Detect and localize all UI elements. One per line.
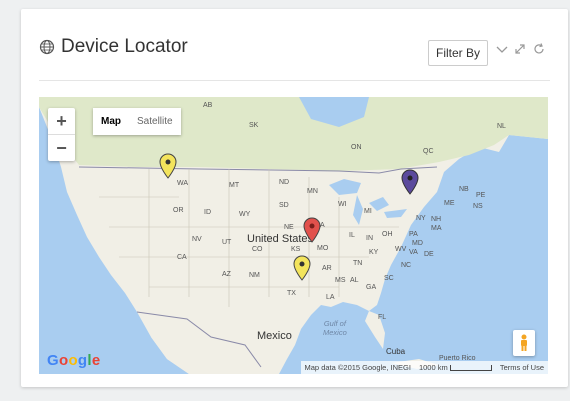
label-md: MD (412, 240, 423, 247)
label-oh: OH (382, 231, 393, 238)
map-type-map-button[interactable]: Map (93, 116, 129, 127)
label-pa: PA (409, 231, 418, 238)
marker-quebec[interactable] (401, 169, 419, 195)
zoom-out-button[interactable]: − (48, 135, 75, 161)
header-divider (39, 80, 550, 81)
label-tx: TX (287, 290, 296, 297)
refresh-icon[interactable] (532, 42, 546, 56)
label-nm: NM (249, 272, 260, 279)
label-nc: NC (401, 262, 412, 269)
label-la: LA (326, 294, 335, 301)
map-scale: 1000 km (419, 363, 492, 372)
label-ne: NE (284, 224, 294, 231)
label-mexico: Mexico (257, 330, 292, 342)
marker-kansas[interactable] (303, 217, 321, 243)
label-nd: ND (279, 179, 290, 186)
label-cuba: Cuba (386, 347, 406, 356)
google-logo[interactable]: Google (47, 352, 101, 369)
label-il: IL (349, 232, 355, 239)
label-fl: FL (378, 314, 387, 321)
label-nl: NL (497, 123, 506, 130)
label-tn: TN (353, 260, 363, 267)
filter-by-button[interactable]: Filter By (428, 40, 488, 66)
marker-oklahoma[interactable] (293, 255, 311, 281)
label-sc: SC (384, 275, 394, 282)
label-de: DE (424, 251, 434, 258)
label-wy: WY (239, 211, 251, 218)
map-type-satellite-button[interactable]: Satellite (129, 116, 181, 127)
widget-title-text: Device Locator (61, 36, 188, 57)
label-ky: KY (369, 249, 379, 256)
label-or: OR (173, 207, 184, 214)
globe-icon (39, 39, 55, 55)
label-mi: MI (364, 208, 372, 215)
label-id: ID (204, 209, 211, 216)
label-wa: WA (177, 180, 189, 187)
label-nv: NV (192, 236, 202, 243)
terms-of-use-link[interactable]: Terms of Use (500, 363, 544, 372)
label-on: ON (351, 144, 362, 151)
label-wi: WI (338, 201, 347, 208)
pegman-icon (521, 334, 527, 351)
label-ca: CA (177, 254, 187, 261)
label-sk: SK (249, 122, 259, 129)
label-pe: PE (476, 192, 486, 199)
label-ar: AR (322, 265, 332, 272)
street-view-pegman[interactable] (513, 330, 535, 356)
label-al: AL (350, 277, 359, 284)
widget-title: Device Locator (39, 36, 188, 58)
label-ga: GA (366, 284, 377, 291)
label-mo: MO (317, 245, 329, 252)
label-gulf-of-mexico: Gulf of Mexico (323, 319, 347, 337)
label-ms: MS (335, 277, 346, 284)
label-wv: WV (395, 246, 407, 253)
label-ny: NY (416, 215, 426, 222)
map-attribution-bar: Map data ©2015 Google, INEGI 1000 km Ter… (300, 361, 548, 374)
zoom-control: + − (48, 108, 75, 161)
device-locator-widget: Device Locator Filter By AB SK NL ON QC … (21, 9, 568, 387)
map-type-control: Map Satellite (93, 108, 181, 135)
label-qc: QC (423, 148, 434, 155)
label-sd: SD (279, 202, 289, 209)
marker-seattle[interactable] (159, 153, 177, 179)
label-nh: NH (431, 216, 442, 223)
label-ns: NS (473, 203, 483, 210)
chevron-down-icon[interactable] (495, 42, 509, 56)
label-ks: KS (291, 246, 301, 253)
label-co: CO (252, 246, 263, 253)
label-mn: MN (307, 188, 318, 195)
label-ma: MA (431, 225, 442, 232)
label-va: VA (409, 249, 418, 256)
label-mt: MT (229, 182, 240, 189)
label-in: IN (366, 235, 373, 242)
label-ut: UT (222, 239, 232, 246)
zoom-in-button[interactable]: + (48, 108, 75, 134)
map-view[interactable]: AB SK NL ON QC WA MT ND MN OR ID WY SD W… (39, 97, 548, 374)
label-me: ME (444, 200, 455, 207)
label-ab: AB (203, 102, 213, 109)
label-nb: NB (459, 186, 469, 193)
map-attribution: Map data ©2015 Google, INEGI (304, 363, 411, 372)
label-az: AZ (222, 271, 231, 278)
expand-icon[interactable] (513, 42, 527, 56)
widget-header: Device Locator Filter By (21, 9, 568, 77)
